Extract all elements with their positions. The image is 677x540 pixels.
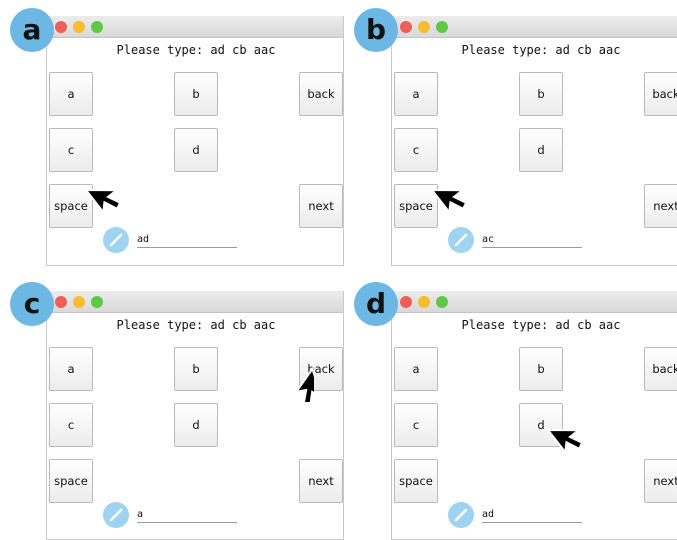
typed-text-field[interactable]: a [137, 509, 237, 523]
key-c[interactable]: c [49, 403, 93, 447]
zoom-window-button[interactable] [91, 21, 103, 33]
key-b[interactable]: b [519, 72, 563, 116]
minimize-window-button[interactable] [73, 21, 85, 33]
key-d[interactable]: d [519, 128, 563, 172]
key-back[interactable]: back [299, 72, 343, 116]
key-back[interactable]: back [644, 72, 677, 116]
minimize-window-button[interactable] [418, 296, 430, 308]
panel-badge: b [354, 8, 398, 52]
key-b[interactable]: b [174, 347, 218, 391]
app-window: Please type: ad cb aac a b back c d spac… [46, 16, 344, 266]
panel-badge: c [10, 282, 54, 326]
key-a[interactable]: a [394, 347, 438, 391]
app-window: Please type: ad cb aac a b back c d spac… [391, 291, 677, 540]
typed-text-field[interactable]: ad [482, 509, 582, 523]
key-d[interactable]: d [174, 403, 218, 447]
minimize-window-button[interactable] [418, 21, 430, 33]
app-window: Please type: ad cb aac a b back c d spac… [391, 16, 677, 266]
close-window-button[interactable] [55, 21, 67, 33]
prompt-text: Please type: ad cb aac [461, 318, 621, 332]
pencil-icon[interactable] [448, 227, 474, 253]
app-window: Please type: ad cb aac a b back c d spac… [46, 291, 344, 540]
pencil-icon[interactable] [103, 502, 129, 528]
key-c[interactable]: c [394, 128, 438, 172]
key-a[interactable]: a [49, 347, 93, 391]
key-b[interactable]: b [174, 72, 218, 116]
typed-text-field[interactable]: ac [482, 234, 582, 248]
prompt-text: Please type: ad cb aac [461, 43, 621, 57]
key-a[interactable]: a [49, 72, 93, 116]
prompt-text: Please type: ad cb aac [116, 318, 276, 332]
close-window-button[interactable] [400, 21, 412, 33]
panel-c: Please type: ad cb aac a b back c d spac… [0, 276, 346, 540]
key-d[interactable]: d [174, 128, 218, 172]
key-a[interactable]: a [394, 72, 438, 116]
mouse-pointer-icon [546, 428, 584, 455]
zoom-window-button[interactable] [436, 21, 448, 33]
key-c[interactable]: c [394, 403, 438, 447]
key-back[interactable]: back [644, 347, 677, 391]
typed-text-field[interactable]: ad [137, 234, 237, 248]
prompt-text: Please type: ad cb aac [116, 43, 276, 57]
close-window-button[interactable] [55, 296, 67, 308]
key-b[interactable]: b [519, 347, 563, 391]
title-bar [392, 16, 677, 38]
panel-a: Please type: ad cb aac a b back c d spac… [0, 0, 346, 270]
mouse-pointer-icon [430, 188, 468, 215]
close-window-button[interactable] [400, 296, 412, 308]
key-next[interactable]: next [299, 184, 343, 228]
key-space[interactable]: space [394, 459, 438, 503]
panel-d: Please type: ad cb aac a b back c d spac… [346, 276, 677, 540]
mouse-pointer-icon [294, 366, 314, 402]
pencil-icon[interactable] [448, 502, 474, 528]
panel-badge: d [354, 282, 398, 326]
mouse-pointer-icon [84, 188, 122, 215]
key-next[interactable]: next [299, 459, 343, 503]
panel-b: Please type: ad cb aac a b back c d spac… [346, 0, 677, 270]
title-bar [47, 291, 343, 313]
minimize-window-button[interactable] [73, 296, 85, 308]
key-c[interactable]: c [49, 128, 93, 172]
key-space[interactable]: space [49, 459, 93, 503]
title-bar [392, 291, 677, 313]
panel-badge: a [10, 8, 54, 52]
pencil-icon[interactable] [103, 227, 129, 253]
title-bar [47, 16, 343, 38]
zoom-window-button[interactable] [91, 296, 103, 308]
zoom-window-button[interactable] [436, 296, 448, 308]
key-next[interactable]: next [644, 459, 677, 503]
key-next[interactable]: next [644, 184, 677, 228]
